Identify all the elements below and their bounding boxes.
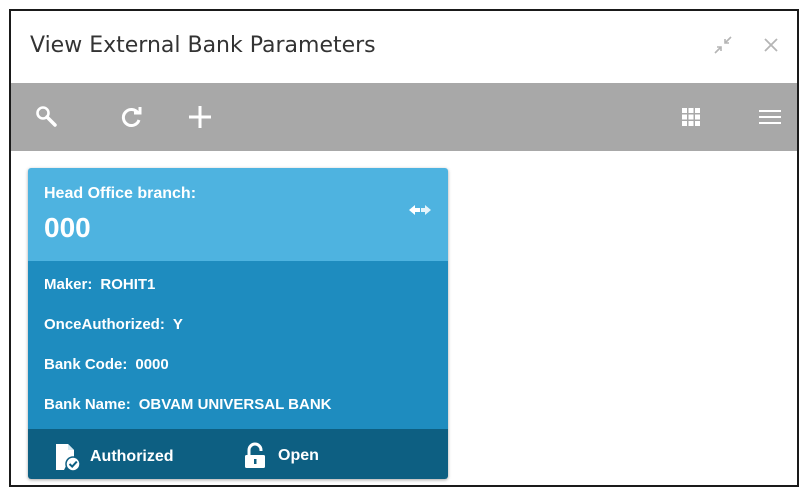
sync-arrows-icon[interactable]: [406, 200, 434, 220]
card-header: Head Office branch: 000: [28, 168, 448, 261]
field-value: Y: [172, 316, 183, 333]
field-label: Bank Name: [44, 396, 131, 413]
field-value: OBVAM UNIVERSAL BANK: [138, 396, 332, 413]
record-card[interactable]: Head Office branch: 000 Maker ROHIT1 Once…: [28, 168, 448, 479]
authorization-status: Authorized: [52, 442, 174, 472]
window-title: View External Bank Parameters: [30, 33, 376, 58]
once-authorized-field: OnceAuthorized Y: [44, 316, 183, 333]
add-icon[interactable]: [183, 100, 217, 134]
maker-field: Maker ROHIT1: [44, 276, 155, 293]
authorized-document-icon: [56, 444, 81, 472]
field-value: ROHIT1: [100, 276, 156, 293]
minimize-icon[interactable]: [711, 33, 735, 57]
card-header-label: Head Office branch:: [44, 185, 197, 202]
field-label: Bank Code: [44, 356, 127, 373]
view-external-bank-parameters-window: View External Bank Parameters Head Offic…: [9, 9, 799, 487]
close-icon[interactable]: [759, 33, 783, 57]
toolbar: [11, 83, 797, 151]
list-menu-icon[interactable]: [753, 100, 787, 134]
tile-view-area: Head Office branch: 000 Maker ROHIT1 Once…: [11, 151, 797, 485]
record-status: Open: [242, 442, 319, 470]
field-label: OnceAuthorized: [44, 316, 165, 333]
record-status-label: Open: [278, 447, 319, 464]
card-footer: Authorized Open: [28, 429, 448, 479]
bank-name-field: Bank Name OBVAM UNIVERSAL BANK: [44, 396, 332, 413]
card-body: Maker ROHIT1 OnceAuthorized Y Bank Code 000…: [28, 261, 448, 429]
grid-view-icon[interactable]: [674, 100, 708, 134]
unlocked-padlock-icon: [245, 442, 265, 468]
bank-code-field: Bank Code 0000: [44, 356, 169, 373]
title-bar: View External Bank Parameters: [11, 11, 797, 83]
card-header-value: 000: [44, 212, 91, 243]
field-label: Maker: [44, 276, 92, 293]
refresh-icon[interactable]: [115, 100, 149, 134]
search-icon[interactable]: [30, 100, 64, 134]
field-value: 0000: [135, 356, 169, 373]
authorization-status-label: Authorized: [90, 448, 174, 465]
